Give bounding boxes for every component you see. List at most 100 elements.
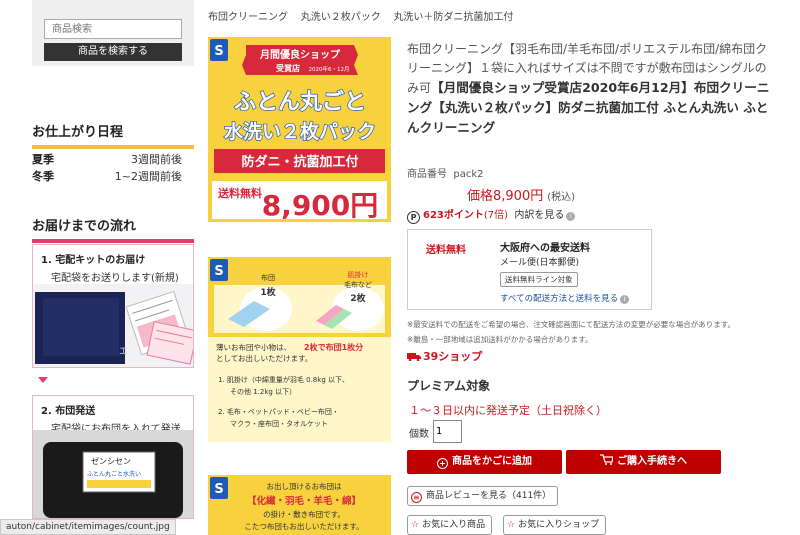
reviews-label[interactable]: 商品レビューを見る（411件）: [426, 491, 551, 501]
materials-desc-2: こたつ布団もお出しいただけます。: [244, 521, 363, 531]
shipping-note-1: ※最安送料での配送をご希望の場合、注文確認画面にて配送方法の変更が必要な場合があ…: [407, 320, 736, 329]
list-item-1b: その他 1.2kg 以下）: [230, 387, 296, 396]
quantity-input[interactable]: [433, 420, 462, 443]
product-title: 布団クリーニング【羽毛布団/羊毛布団/ポリエステル布団/綿布団クリーニング】１袋…: [407, 40, 772, 138]
item1-label: 布団: [261, 273, 275, 282]
product-code-value: pack2: [453, 169, 484, 180]
item1-count: 1枚: [260, 286, 276, 298]
delivery-estimate: １～３日以内に発送予定（土日祝除く）: [409, 404, 607, 417]
list-item-2a: 2. 毛布・ベットパッド・ベビー布団・: [218, 407, 339, 416]
item2-label2: 毛布など: [344, 280, 372, 289]
size-info-banner[interactable]: S 布団 1枚 肌掛け 毛布など 2枚 薄いお布団や小物は、 2枚で布団1枚分 …: [208, 257, 391, 442]
flow-arrow-icon: [38, 377, 48, 383]
shop-icon: [407, 353, 421, 362]
headline-1: ふとん丸ごと: [234, 89, 366, 115]
materials-banner[interactable]: S お出し頂けるお布団は 【化繊・羽毛・羊毛・綿】 の掛け・敷き布団です。 こた…: [208, 475, 391, 535]
shipping-free-label: 送料無料: [217, 186, 262, 200]
points-detail-link[interactable]: 内訳を見る: [514, 210, 564, 221]
season-row-summer: 夏季 3週間前後: [32, 151, 182, 167]
award-line1: 月間優良ショップ: [259, 48, 341, 61]
product-main-banner[interactable]: S 月間優良ショップ 受賞店 2020年6・12月 ふとん丸ごと 水洗い２枚パッ…: [208, 37, 391, 222]
free-shipping-line-chip: 送料無料ライン対象: [500, 272, 578, 287]
bag-label-text: ゼンシセン: [91, 456, 131, 466]
points-icon: P: [407, 211, 420, 224]
search-box: 商品を検索する: [32, 0, 194, 66]
breadcrumb-item[interactable]: 布団クリーニング: [208, 12, 288, 23]
points-value: 623ポイント: [423, 210, 484, 221]
plus-icon: +: [437, 458, 448, 469]
reviews-button[interactable]: ≡ 商品レビューを見る（411件）: [407, 486, 559, 506]
info-icon[interactable]: i: [566, 212, 576, 221]
shipping-carrier: メール便(日本郵便): [500, 258, 580, 268]
shipping-methods-link[interactable]: すべての配送方法と送料を見る i: [500, 292, 630, 304]
checkout-label[interactable]: ご購入手続きへ: [617, 456, 687, 467]
season-duration: 1~2週間前後: [114, 170, 182, 183]
award-date: 2020年6・12月: [309, 65, 350, 73]
item2-label1: 肌掛け: [348, 270, 369, 279]
desc-prefix: 薄いお布団や小物は、: [216, 342, 291, 352]
add-to-cart-button[interactable]: + 商品をかごに追加: [407, 450, 562, 474]
item2-count: 2枚: [350, 292, 366, 304]
award-line2: 受賞店: [276, 63, 300, 73]
flow-step-kit: 1. 宅配キットのお届け 宅配袋をお送りします(新規) エ: [32, 244, 194, 368]
shipping-title: 大阪府への最安送料: [500, 243, 590, 254]
desc-highlight: 2枚で布団1枚分: [304, 342, 363, 352]
sidebar: 商品を検索する お仕上がり日程 夏季 3週間前後 冬季 1~2週間前後 お届けま…: [0, 0, 194, 535]
kit-bag-text: エ: [119, 347, 128, 357]
status-bar-url: auton/cabinet/itemimages/count.jpg: [0, 519, 176, 535]
list-item-1a: 1. 肌掛け（中綿重量が羽毛 0.8kg 以下、: [218, 375, 349, 384]
flow-step-title: 2. 布団発送: [41, 406, 96, 417]
list-item-2b: マクラ・座布団・タオルケット: [230, 419, 328, 428]
product-info: 布団クリーニング【羽毛布団/羊毛布団/ポリエステル布団/綿布団クリーニング】１袋…: [407, 0, 800, 535]
favorite-item-label[interactable]: お気に入り商品: [422, 520, 485, 530]
shipping-free-badge: 送料無料: [426, 245, 466, 256]
info-icon[interactable]: i: [620, 295, 630, 304]
bag-label-sub: ふとん丸ごと水洗い: [87, 470, 141, 478]
flow-step-ship: 2. 布団発送 宅配袋にお布団を入れて発送 ゼンシセン ふとん丸ごと水洗い: [32, 395, 194, 519]
premium-label: プレミアム対象: [407, 379, 491, 393]
materials-list: 【化繊・羽毛・羊毛・綿】: [247, 495, 361, 507]
checkout-button[interactable]: ご購入手続きへ: [566, 450, 721, 474]
add-to-cart-label[interactable]: 商品をかごに追加: [452, 456, 532, 467]
flow-step-title: 1. 宅配キットのお届け: [41, 255, 146, 266]
product-title-bold: 【月間優良ショップ受賞店2020年6月12月】布団クリーニング【丸洗い２枚パック…: [407, 80, 770, 135]
shop-count-label[interactable]: 39ショップ: [423, 350, 482, 363]
banner-price: 8,900円: [262, 189, 379, 222]
review-icon: ≡: [411, 492, 422, 503]
materials-desc-1: の掛け・敷き布団です。: [263, 509, 345, 519]
main-banner-graphic: S 月間優良ショップ 受賞店 2020年6・12月 ふとん丸ごと 水洗い２枚パッ…: [208, 37, 391, 222]
s-logo-icon: S: [214, 44, 223, 59]
breadcrumb-item[interactable]: 丸洗い２枚パック: [301, 12, 381, 23]
kit-photo: エ: [33, 284, 193, 367]
shipping-methods-label[interactable]: すべての配送方法と送料を見る: [500, 294, 618, 304]
season-row-winter: 冬季 1~2週間前後: [32, 168, 182, 184]
shop-count[interactable]: 39ショップ: [407, 348, 482, 364]
size-info-graphic: S 布団 1枚 肌掛け 毛布など 2枚 薄いお布団や小物は、 2枚で布団1枚分 …: [208, 257, 391, 442]
feature-label: 防ダニ・抗菌加工付: [241, 154, 358, 170]
futon-bag-illustration: ゼンシセン ふとん丸ごと水洗い: [33, 430, 193, 518]
desc-suffix: としてお出しいただけます。: [216, 353, 312, 363]
finish-schedule-title: お仕上がり日程: [32, 121, 194, 149]
search-input[interactable]: [44, 19, 182, 39]
search-button[interactable]: 商品を検索する: [44, 43, 182, 61]
product-code-label: 商品番号: [407, 169, 447, 180]
shipping-box: 送料無料 大阪府への最安送料 メール便(日本郵便) 送料無料ライン対象 すべての…: [407, 229, 652, 310]
favorite-shop-button[interactable]: ☆ お気に入りショップ: [503, 515, 607, 535]
quantity-label: 個数: [409, 429, 429, 440]
headline-2: 水洗い２枚パック: [224, 120, 376, 143]
delivery-flow-title: お届けまでの流れ: [32, 215, 194, 243]
season-name: 冬季: [32, 170, 54, 183]
kit-illustration: エ: [33, 284, 193, 367]
product-code: 商品番号 pack2: [407, 165, 484, 180]
flow-step-subtitle: 宅配袋をお送りします(新規): [51, 273, 179, 284]
s-logo-icon: S: [214, 264, 223, 279]
materials-intro: お出し頂けるお布団は: [267, 481, 342, 491]
favorite-shop-label[interactable]: お気に入りショップ: [518, 520, 599, 530]
favorite-item-button[interactable]: ☆ お気に入り商品: [407, 515, 493, 535]
price-value: 価格8,900円: [467, 189, 544, 204]
points-row: P 623ポイント(7倍) 内訳を見る i: [407, 206, 576, 224]
star-icon: ☆: [507, 520, 516, 530]
futon-bag-photo: ゼンシセン ふとん丸ごと水洗い: [33, 430, 193, 518]
materials-graphic: S お出し頂けるお布団は 【化繊・羽毛・羊毛・綿】 の掛け・敷き布団です。 こた…: [208, 475, 391, 535]
product-price: 価格8,900円 (税込): [467, 185, 575, 204]
